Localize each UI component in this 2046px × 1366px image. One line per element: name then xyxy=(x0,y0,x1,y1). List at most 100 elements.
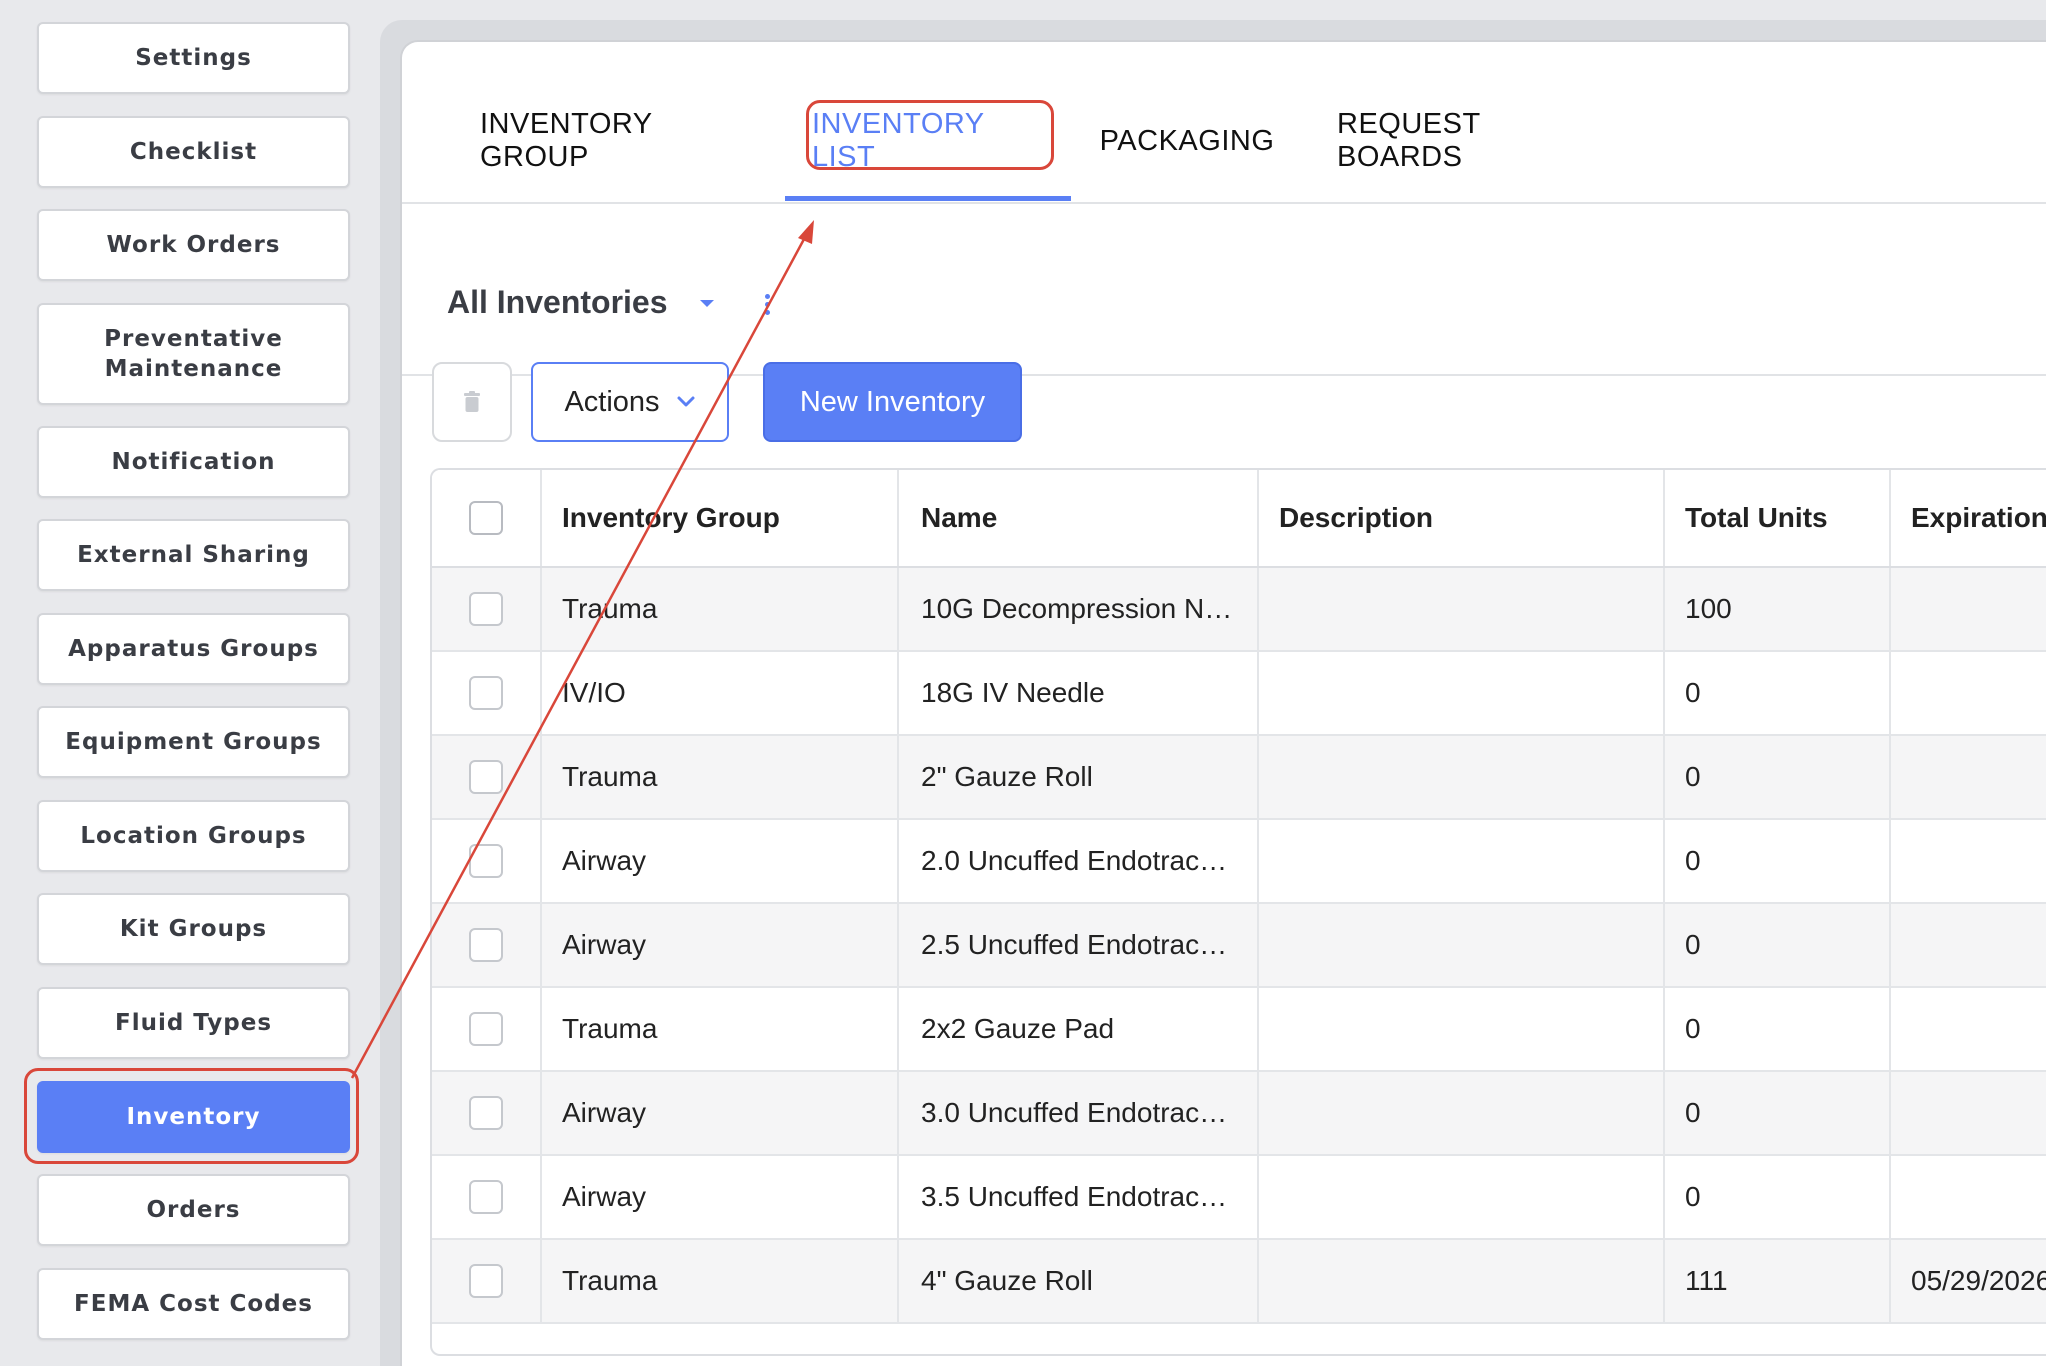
table-row[interactable]: IV/IO 18G IV Needle 0 xyxy=(432,652,2046,736)
sidebar-item-settings[interactable]: Settings xyxy=(37,22,350,94)
table-row[interactable]: Airway 3.5 Uncuffed Endotrac… 0 xyxy=(432,1156,2046,1240)
cell-name: 2x2 Gauze Pad xyxy=(899,988,1259,1070)
cell-description xyxy=(1259,1240,1665,1322)
inventory-table: Inventory Group Name Description Total U… xyxy=(430,468,2046,1356)
cell-total-units: 0 xyxy=(1665,736,1891,818)
new-inventory-button[interactable]: New Inventory xyxy=(763,362,1022,442)
delete-button[interactable] xyxy=(432,362,512,442)
cell-total-units: 0 xyxy=(1665,988,1891,1070)
tab-bar: INVENTORY GROUP INVENTORY LIST PACKAGING… xyxy=(402,42,2046,204)
cell-name: 2.0 Uncuffed Endotrac… xyxy=(899,820,1259,902)
cell-total-units: 0 xyxy=(1665,904,1891,986)
column-header-total-units[interactable]: Total Units xyxy=(1665,470,1891,566)
row-checkbox[interactable] xyxy=(469,1096,503,1130)
cell-name: 2" Gauze Roll xyxy=(899,736,1259,818)
cell-inventory-group: Airway xyxy=(542,904,899,986)
cell-total-units: 0 xyxy=(1665,820,1891,902)
cell-name: 3.0 Uncuffed Endotrac… xyxy=(899,1072,1259,1154)
cell-total-units: 111 xyxy=(1665,1240,1891,1322)
inventory-filter-dropdown[interactable]: All Inventories xyxy=(447,284,668,321)
table-row[interactable]: Trauma 10G Decompression N… 100 xyxy=(432,568,2046,652)
column-header-name[interactable]: Name xyxy=(899,470,1259,566)
cell-expiration xyxy=(1891,988,2046,1070)
tab-request-boards[interactable]: REQUEST BOARDS xyxy=(1337,108,1587,173)
cell-inventory-group: Trauma xyxy=(542,736,899,818)
table-row[interactable]: Airway 2.5 Uncuffed Endotrac… 0 xyxy=(432,904,2046,988)
table-row[interactable]: Trauma 4" Gauze Roll 111 05/29/2026 xyxy=(432,1240,2046,1324)
table-row[interactable]: Trauma 2" Gauze Roll 0 xyxy=(432,736,2046,820)
sidebar: Settings Checklist Work Orders Preventat… xyxy=(0,0,380,1366)
cell-name: 2.5 Uncuffed Endotrac… xyxy=(899,904,1259,986)
row-checkbox[interactable] xyxy=(469,1180,503,1214)
sidebar-item-orders[interactable]: Orders xyxy=(37,1174,350,1246)
row-checkbox[interactable] xyxy=(469,928,503,962)
row-checkbox[interactable] xyxy=(469,1264,503,1298)
column-header-expiration[interactable]: Expiration xyxy=(1891,470,2046,566)
sidebar-item-checklist[interactable]: Checklist xyxy=(37,116,350,188)
cell-description xyxy=(1259,1072,1665,1154)
column-header-inventory-group[interactable]: Inventory Group xyxy=(542,470,899,566)
table-row[interactable]: Airway 2.0 Uncuffed Endotrac… 0 xyxy=(432,820,2046,904)
cell-expiration xyxy=(1891,1072,2046,1154)
sidebar-item-fluid-types[interactable]: Fluid Types xyxy=(37,987,350,1059)
trash-icon xyxy=(464,391,480,412)
cell-total-units: 0 xyxy=(1665,1072,1891,1154)
main-panel: INVENTORY GROUP INVENTORY LIST PACKAGING… xyxy=(400,40,2046,1366)
row-checkbox-cell xyxy=(432,820,542,902)
select-all-checkbox[interactable] xyxy=(469,501,503,535)
cell-total-units: 100 xyxy=(1665,568,1891,650)
cell-inventory-group: Airway xyxy=(542,1156,899,1238)
cell-inventory-group: Airway xyxy=(542,820,899,902)
row-checkbox-cell xyxy=(432,652,542,734)
sidebar-item-work-orders[interactable]: Work Orders xyxy=(37,209,350,281)
table-header-row: Inventory Group Name Description Total U… xyxy=(432,470,2046,568)
row-checkbox[interactable] xyxy=(469,844,503,878)
row-checkbox[interactable] xyxy=(469,760,503,794)
table-row[interactable]: Trauma 2x2 Gauze Pad 0 xyxy=(432,988,2046,1072)
sidebar-item-external-sharing[interactable]: External Sharing xyxy=(37,519,350,591)
cell-description xyxy=(1259,988,1665,1070)
cell-expiration xyxy=(1891,820,2046,902)
row-checkbox-cell xyxy=(432,988,542,1070)
row-checkbox-cell xyxy=(432,568,542,650)
cell-total-units: 0 xyxy=(1665,652,1891,734)
cell-inventory-group: Trauma xyxy=(542,568,899,650)
sidebar-item-inventory[interactable]: Inventory xyxy=(37,1081,350,1153)
table-row[interactable]: Airway 3.0 Uncuffed Endotrac… 0 xyxy=(432,1072,2046,1156)
cell-description xyxy=(1259,652,1665,734)
chevron-down-icon xyxy=(677,396,695,407)
tab-packaging[interactable]: PACKAGING xyxy=(1100,116,1274,166)
cell-inventory-group: Trauma xyxy=(542,988,899,1070)
cell-inventory-group: Airway xyxy=(542,1072,899,1154)
sidebar-item-location-groups[interactable]: Location Groups xyxy=(37,800,350,872)
row-checkbox-cell xyxy=(432,904,542,986)
cell-description xyxy=(1259,1156,1665,1238)
caret-down-icon[interactable] xyxy=(700,300,714,307)
cell-name: 4" Gauze Roll xyxy=(899,1240,1259,1322)
row-checkbox[interactable] xyxy=(469,1012,503,1046)
cell-expiration: 05/29/2026 xyxy=(1911,1265,2046,1296)
sidebar-item-apparatus-groups[interactable]: Apparatus Groups xyxy=(37,613,350,685)
cell-expiration xyxy=(1891,736,2046,818)
more-options-icon[interactable] xyxy=(764,294,772,320)
cell-inventory-group: Trauma xyxy=(542,1240,899,1322)
sidebar-item-kit-groups[interactable]: Kit Groups xyxy=(37,893,350,965)
cell-expiration xyxy=(1891,652,2046,734)
column-header-description[interactable]: Description xyxy=(1259,470,1665,566)
sidebar-item-fema-cost-codes[interactable]: FEMA Cost Codes xyxy=(37,1268,350,1340)
tab-inventory-list[interactable]: INVENTORY LIST xyxy=(812,108,1048,173)
cell-description xyxy=(1259,904,1665,986)
sidebar-item-equipment-groups[interactable]: Equipment Groups xyxy=(37,706,350,778)
row-checkbox-cell xyxy=(432,1072,542,1154)
row-checkbox[interactable] xyxy=(469,592,503,626)
sidebar-item-preventative-maintenance[interactable]: Preventative Maintenance xyxy=(37,303,350,405)
tab-inventory-group[interactable]: INVENTORY GROUP xyxy=(480,108,740,173)
filter-row: All Inventories xyxy=(402,204,2046,376)
actions-dropdown[interactable]: Actions xyxy=(531,362,729,442)
cell-name: 18G IV Needle xyxy=(899,652,1259,734)
cell-description xyxy=(1259,736,1665,818)
row-checkbox[interactable] xyxy=(469,676,503,710)
sidebar-item-notification[interactable]: Notification xyxy=(37,426,350,498)
cell-expiration xyxy=(1891,568,2046,650)
cell-name: 10G Decompression N… xyxy=(899,568,1259,650)
